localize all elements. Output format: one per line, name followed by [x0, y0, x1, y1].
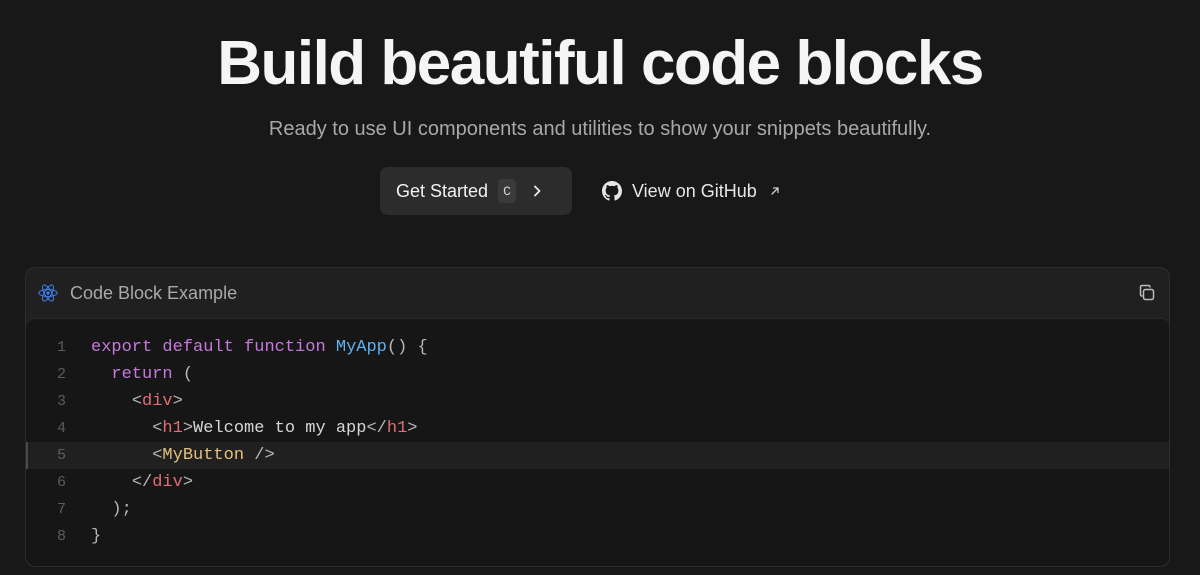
code-line-content: } [66, 527, 101, 546]
code-token: </ [366, 419, 387, 438]
line-number: 3 [56, 393, 66, 410]
code-token: > [407, 419, 418, 438]
code-line: 8} [26, 523, 1169, 550]
code-line-content: export default function MyApp() { [66, 338, 428, 357]
arrow-up-right-icon [769, 185, 781, 197]
cta-row: Get Started C View on GitHub [0, 167, 1200, 215]
code-token: } [91, 527, 102, 546]
chevron-right-icon [530, 184, 544, 198]
line-number: 8 [56, 528, 66, 545]
code-token: > [182, 419, 194, 438]
github-icon [602, 181, 622, 201]
line-number: 5 [56, 447, 66, 464]
code-token: < [131, 392, 143, 411]
code-block-header: Code Block Example [26, 268, 1169, 318]
code-token: MyButton [162, 446, 245, 465]
code-line-content: return ( [66, 365, 193, 384]
code-token: < [152, 446, 163, 465]
code-block-title: Code Block Example [70, 282, 238, 303]
code-token: export [91, 338, 153, 357]
code-token: < [152, 419, 163, 438]
react-icon [38, 283, 58, 303]
code-line: 6 </div> [26, 469, 1169, 496]
code-line: 7 ); [26, 496, 1169, 523]
copy-icon [1137, 283, 1157, 303]
code-token: > [182, 473, 194, 492]
view-on-github-label: View on GitHub [632, 180, 757, 201]
line-number: 7 [56, 501, 66, 518]
code-token: default [162, 338, 234, 357]
page-title: Build beautiful code blocks [217, 29, 984, 98]
code-token: Welcome to my app [193, 419, 367, 438]
line-number: 6 [56, 474, 66, 491]
code-token: return [111, 365, 173, 384]
line-number: 2 [56, 366, 66, 383]
code-line: 5 <MyButton /> [26, 442, 1169, 469]
code-line-content: <div> [66, 392, 183, 411]
code-token: h1 [386, 419, 408, 438]
page-subtitle: Ready to use UI components and utilities… [268, 118, 932, 140]
code-block-card: Code Block Example 1 export default funct… [25, 267, 1170, 567]
line-number: 1 [56, 339, 66, 356]
code-token: div [152, 473, 183, 492]
code-line-content: ); [66, 500, 132, 519]
line-number: 4 [56, 420, 66, 437]
code-token: () { [386, 338, 428, 357]
code-token: div [142, 392, 173, 411]
code-token: /> [244, 446, 275, 465]
code-token: function [244, 338, 326, 357]
code-line-content: <h1>Welcome to my app</h1> [66, 419, 417, 438]
code-line: 4 <h1>Welcome to my app</h1> [26, 415, 1169, 442]
keyboard-shortcut-badge: C [498, 179, 517, 203]
code-line: 1 export default function MyApp() { [26, 334, 1169, 361]
code-line-content: </div> [66, 473, 193, 492]
code-token: ( [172, 365, 194, 384]
copy-button[interactable] [1135, 281, 1159, 305]
code-line-content: <MyButton /> [66, 446, 275, 465]
code-token: </ [131, 473, 153, 492]
view-on-github-link[interactable]: View on GitHub [602, 167, 781, 215]
code-block-body: 1 export default function MyApp() {2 retu… [26, 318, 1169, 566]
code-line: 2 return ( [26, 361, 1169, 388]
get-started-label: Get Started [396, 180, 489, 201]
code-token: ); [91, 500, 132, 519]
code-token: h1 [162, 419, 183, 438]
code-token: MyApp [335, 338, 387, 357]
code-line: 3 <div> [26, 388, 1169, 415]
get-started-button[interactable]: Get Started C [380, 167, 572, 215]
code-token: > [172, 392, 183, 411]
